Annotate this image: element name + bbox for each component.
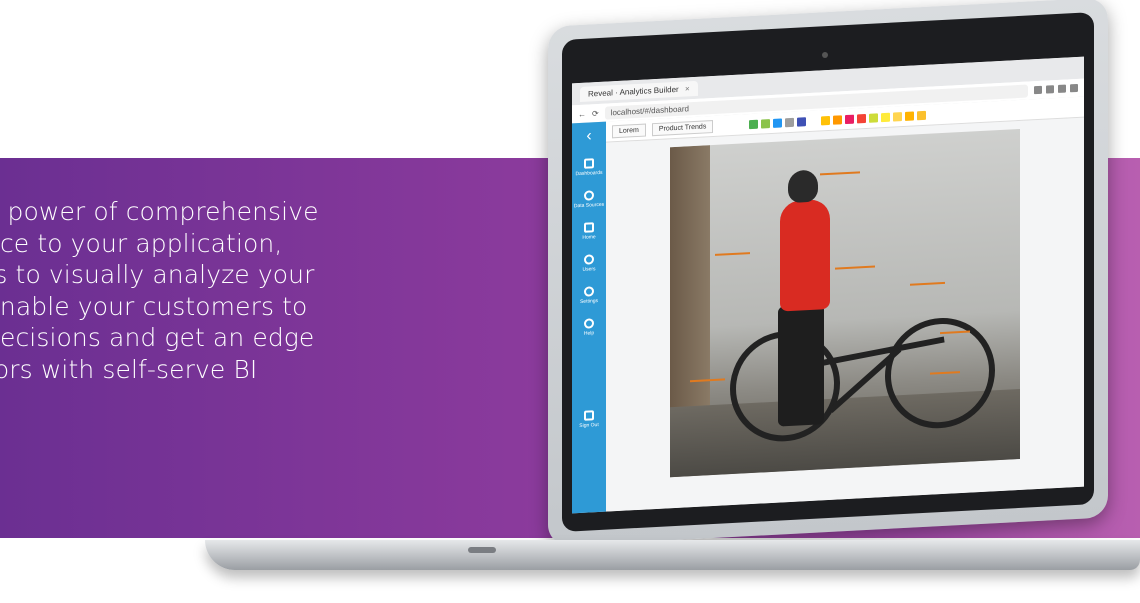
user-icon	[584, 254, 594, 265]
tab-lorem[interactable]: Lorem	[612, 123, 646, 138]
sparkline-annotation	[715, 238, 750, 256]
back-arrow-icon[interactable]: ←	[578, 109, 586, 118]
rider-legs	[778, 304, 824, 427]
visualization-type-icon[interactable]	[773, 117, 783, 128]
sidebar-item-label: Data Sources	[573, 201, 605, 210]
sidebar-item-home[interactable]: Home	[582, 222, 596, 241]
sidebar-item-dashboards[interactable]: Dashboards	[575, 158, 603, 178]
visualization-type-icon[interactable]	[869, 112, 879, 123]
home-icon[interactable]	[1058, 84, 1066, 93]
sidebar-item-sign-out[interactable]: Sign Out	[579, 410, 599, 430]
visualization-type-icon[interactable]	[797, 116, 807, 127]
home-icon	[584, 222, 594, 233]
visualization-type-icon[interactable]	[881, 112, 891, 122]
menu-icon[interactable]	[1070, 83, 1078, 93]
sparkline-annotation	[930, 357, 960, 375]
visualization-type-icon[interactable]	[833, 114, 843, 125]
app-sidebar: ‹ Dashboards Data Sources Home Users Set…	[572, 121, 606, 514]
tab-product-trends[interactable]: Product Trends	[651, 119, 714, 136]
app-container: ‹ Dashboards Data Sources Home Users Set…	[572, 96, 1084, 514]
database-icon	[583, 190, 594, 201]
browser-tab[interactable]: Reveal · Analytics Builder ×	[580, 80, 698, 102]
visualization-palette	[749, 110, 927, 129]
rider-helmet	[788, 169, 818, 204]
rider-jersey	[780, 198, 830, 312]
browser-tab-title: Reveal · Analytics Builder	[588, 84, 679, 99]
bookmark-icon[interactable]	[1034, 85, 1042, 95]
sidebar-item-label: Help	[583, 330, 595, 337]
visualization-type-icon[interactable]	[785, 117, 795, 127]
laptop-mockup: Reveal · Analytics Builder × ← ⟳ localho…	[0, 0, 1140, 603]
visualization-type-icon[interactable]	[749, 119, 759, 129]
logout-icon	[584, 410, 594, 421]
visualization-type-icon[interactable]	[905, 110, 915, 121]
sparkline-annotation	[835, 251, 875, 270]
grid-icon	[584, 158, 594, 169]
sidebar-item-label: Dashboards	[575, 169, 603, 178]
visualization-type-icon[interactable]	[893, 111, 903, 122]
download-icon[interactable]	[1046, 85, 1054, 94]
sidebar-item-label: Home	[582, 234, 596, 241]
sparkline-annotation	[910, 267, 945, 286]
visualization-type-icon[interactable]	[809, 116, 819, 126]
visualization-type-icon[interactable]	[857, 113, 867, 123]
sidebar-item-users[interactable]: Users	[582, 254, 596, 273]
browser-toolbar-icons	[1034, 83, 1078, 95]
sparkline-annotation	[820, 157, 860, 176]
reload-icon[interactable]: ⟳	[592, 109, 599, 118]
sidebar-item-label: Settings	[579, 298, 599, 305]
dashboard-canvas	[606, 118, 1084, 512]
sidebar-item-settings[interactable]: Settings	[580, 286, 598, 305]
globe-icon	[583, 318, 594, 329]
laptop-screen: Reveal · Analytics Builder × ← ⟳ localho…	[572, 56, 1084, 514]
visualization-type-icon[interactable]	[761, 118, 771, 128]
sidebar-item-label: Sign Out	[579, 422, 599, 430]
sidebar-item-help[interactable]: Help	[584, 318, 594, 337]
visualization-type-icon[interactable]	[917, 110, 927, 120]
gear-icon	[583, 286, 594, 297]
sparkline-annotation	[940, 316, 970, 335]
close-icon[interactable]: ×	[685, 84, 690, 93]
laptop-base	[205, 540, 1140, 570]
back-chevron-icon[interactable]: ‹	[586, 127, 591, 144]
sparkline-annotation	[690, 364, 725, 383]
sidebar-item-data-sources[interactable]: Data Sources	[573, 190, 605, 210]
visualization-type-icon[interactable]	[845, 114, 855, 124]
laptop-notch	[468, 547, 496, 553]
cyclist-photo	[670, 128, 1020, 478]
app-main: Lorem Product Trends	[606, 96, 1084, 512]
visualization-type-icon[interactable]	[821, 115, 831, 125]
sidebar-item-label: Users	[582, 266, 596, 273]
camera-icon	[822, 52, 828, 58]
